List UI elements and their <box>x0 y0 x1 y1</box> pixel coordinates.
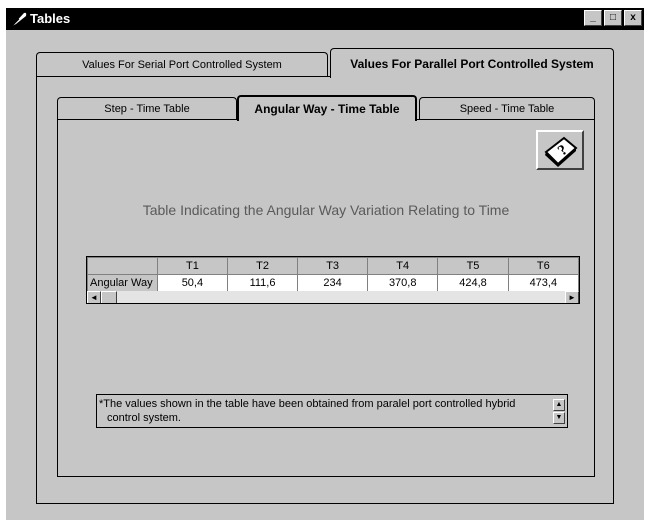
book-help-icon: ? <box>544 136 578 167</box>
row-label: Angular Way <box>87 274 158 292</box>
scroll-down-button[interactable]: ▼ <box>553 412 565 424</box>
table-cell[interactable]: 370,8 <box>367 274 439 292</box>
minimize-button[interactable]: _ <box>584 10 602 26</box>
scroll-thumb[interactable] <box>101 291 117 303</box>
window-title: Tables <box>30 11 71 26</box>
note-vertical-scrollbar[interactable]: ▲ ▼ <box>553 399 565 425</box>
table-header-cell: T4 <box>367 257 439 275</box>
table-header-cell: T3 <box>297 257 369 275</box>
table-caption: Table Indicating the Angular Way Variati… <box>142 202 510 218</box>
table-header-row: T1 T2 T3 T4 T5 T6 <box>87 257 579 275</box>
tab-serial-port-values[interactable]: Values For Serial Port Controlled System <box>36 52 328 76</box>
table-header-cell: T5 <box>437 257 509 275</box>
parallel-port-panel: Step - Time Table Angular Way - Time Tab… <box>36 76 614 504</box>
help-button[interactable]: ? <box>536 130 584 170</box>
client-area: Values For Serial Port Controlled System… <box>6 30 644 520</box>
tab-speed-time-table[interactable]: Speed - Time Table <box>419 97 595 119</box>
table-cell[interactable]: 473,4 <box>507 274 579 292</box>
table-row: Angular Way 50,4 111,6 234 370,8 424,8 4… <box>87 274 579 292</box>
angular-way-panel: ? Table Indicating the Angular Way Varia… <box>57 119 595 477</box>
scroll-up-button[interactable]: ▲ <box>553 399 565 411</box>
tables-window: Tables _ □ x Values For Serial Port Cont… <box>0 0 648 520</box>
table-cell[interactable]: 50,4 <box>156 274 228 292</box>
scroll-right-button[interactable]: ► <box>565 291 579 303</box>
note-line-2: control system. <box>107 412 181 424</box>
angular-way-grid: T1 T2 T3 T4 T5 T6 Angular Way 50,4 111,6… <box>86 256 580 304</box>
tab-parallel-port-values[interactable]: Values For Parallel Port Controlled Syst… <box>330 48 614 78</box>
title-bar[interactable]: Tables _ □ x <box>6 8 644 30</box>
tab-angular-way-time-table[interactable]: Angular Way - Time Table <box>237 95 417 121</box>
app-feather-icon <box>11 12 27 27</box>
note-line-1: *The values shown in the table have been… <box>99 398 516 410</box>
close-button[interactable]: x <box>624 10 642 26</box>
tab-step-time-table[interactable]: Step - Time Table <box>57 97 237 119</box>
scroll-left-button[interactable]: ◄ <box>87 291 101 303</box>
table-cell[interactable]: 111,6 <box>226 274 299 292</box>
table-header-cell: T6 <box>507 257 579 275</box>
table-header-corner <box>87 257 158 275</box>
horizontal-scrollbar[interactable]: ◄ ► <box>87 291 579 303</box>
note-text-box[interactable]: *The values shown in the table have been… <box>96 394 568 428</box>
table-cell[interactable]: 234 <box>297 274 369 292</box>
maximize-button[interactable]: □ <box>604 10 622 26</box>
table-header-cell: T2 <box>226 257 299 275</box>
angular-way-table: T1 T2 T3 T4 T5 T6 Angular Way 50,4 111,6… <box>87 257 579 292</box>
table-cell[interactable]: 424,8 <box>437 274 509 292</box>
table-header-cell: T1 <box>156 257 228 275</box>
